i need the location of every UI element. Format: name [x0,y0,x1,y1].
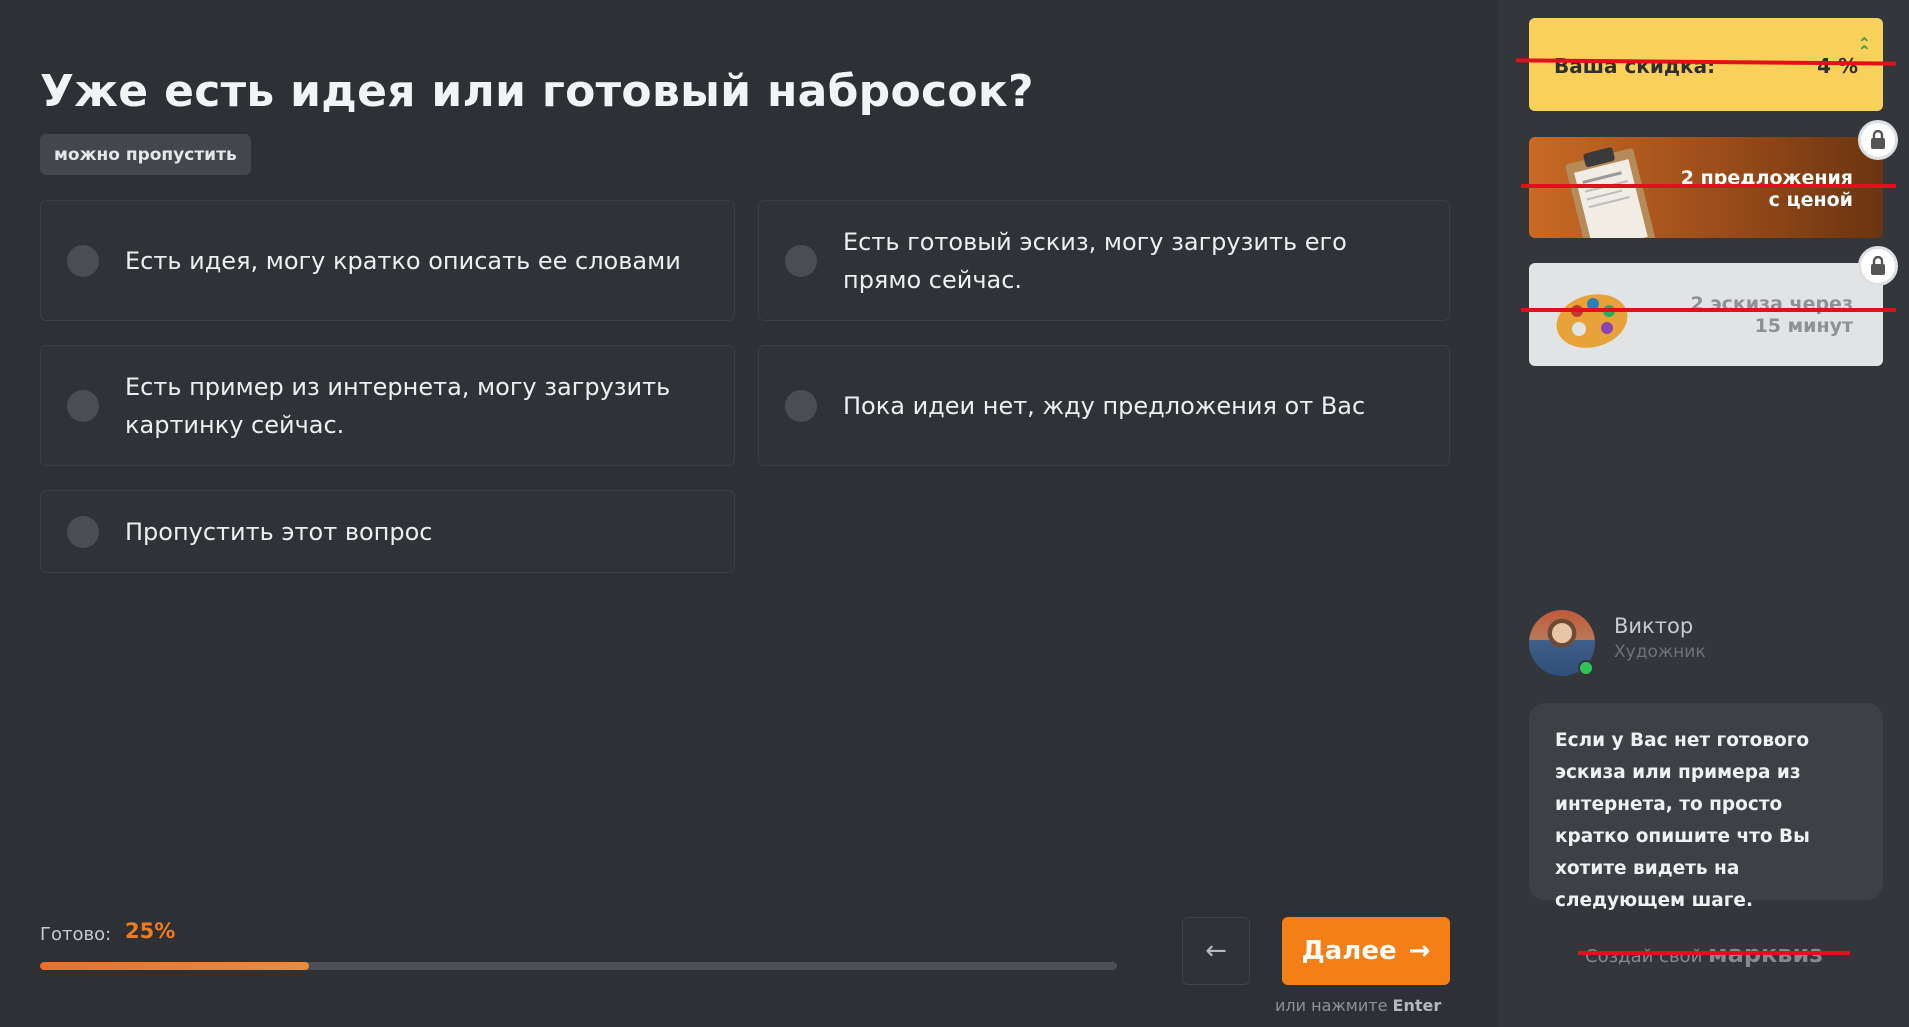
radio-button[interactable] [67,389,99,422]
progress-fill [40,962,310,970]
hint-prefix: или нажмите [1275,996,1388,1015]
next-button-label: Далее [1301,936,1397,966]
discount-value: 4 % [1817,54,1858,78]
option-internet-example[interactable]: Есть пример из интернета, могу загрузить… [40,345,735,466]
progress-label: Готово: [40,924,112,945]
skip-badge: можно пропустить [40,134,251,175]
palette-icon [1556,294,1628,348]
discount-label: Ваша скидка: [1554,54,1716,78]
next-button[interactable]: Далее → [1282,917,1450,985]
online-status-icon [1578,660,1594,676]
option-label: Есть пример из интернета, могу загрузить… [125,372,671,439]
quiz-main-panel: Уже есть идея или готовый набросок? можн… [0,0,1498,1027]
radio-button[interactable] [67,244,99,277]
radio-button[interactable] [67,515,99,548]
option-skip[interactable]: Пропустить этот вопрос [40,490,735,573]
strike-line [1521,184,1896,188]
agent-message-bubble: Если у Вас нет готового эскиза или приме… [1529,703,1883,911]
option-label: Есть идея, могу кратко описать ее словам… [125,246,681,275]
option-label: Пока идеи нет, жду предложения от Вас [843,391,1366,420]
strike-line [1521,308,1896,312]
offer-card-sketch[interactable]: 2 эскиза через 15 минут [1529,263,1883,366]
radio-button[interactable] [785,244,817,277]
option-label: Есть готовый эскиз, могу загрузить его п… [843,227,1347,294]
arrow-left-icon: ← [1205,936,1227,966]
radio-button[interactable] [785,389,817,422]
arrow-right-icon: → [1408,936,1431,966]
option-idea[interactable]: Есть идея, могу кратко описать ее словам… [40,200,735,321]
back-button[interactable]: ← [1182,917,1250,985]
option-label: Пропустить этот вопрос [125,517,433,546]
progress-bar [40,962,1117,970]
strike-line [1578,951,1850,955]
footer-prefix: Создай свой [1585,946,1703,967]
hint-key: Enter [1392,996,1442,1015]
agent-role: Художник [1614,642,1706,662]
option-sketch[interactable]: Есть готовый эскиз, могу загрузить его п… [758,200,1450,321]
enter-hint: или нажмите Enter [1275,996,1441,1015]
offer-text: 2 предложения с ценой [1680,167,1853,211]
question-title: Уже есть идея или готовый набросок? [40,66,1034,117]
double-chevron-up-icon: ⌃ ⌃ [1857,34,1871,61]
option-no-idea[interactable]: Пока идеи нет, жду предложения от Вас [758,345,1450,466]
lock-icon [1858,120,1898,160]
offer-text: 2 эскиза через 15 минут [1690,293,1853,337]
agent-name: Виктор [1614,614,1694,638]
agent-message: Если у Вас нет готового эскиза или приме… [1555,730,1810,911]
lock-icon [1858,246,1898,286]
progress-value: 25% [125,919,176,943]
